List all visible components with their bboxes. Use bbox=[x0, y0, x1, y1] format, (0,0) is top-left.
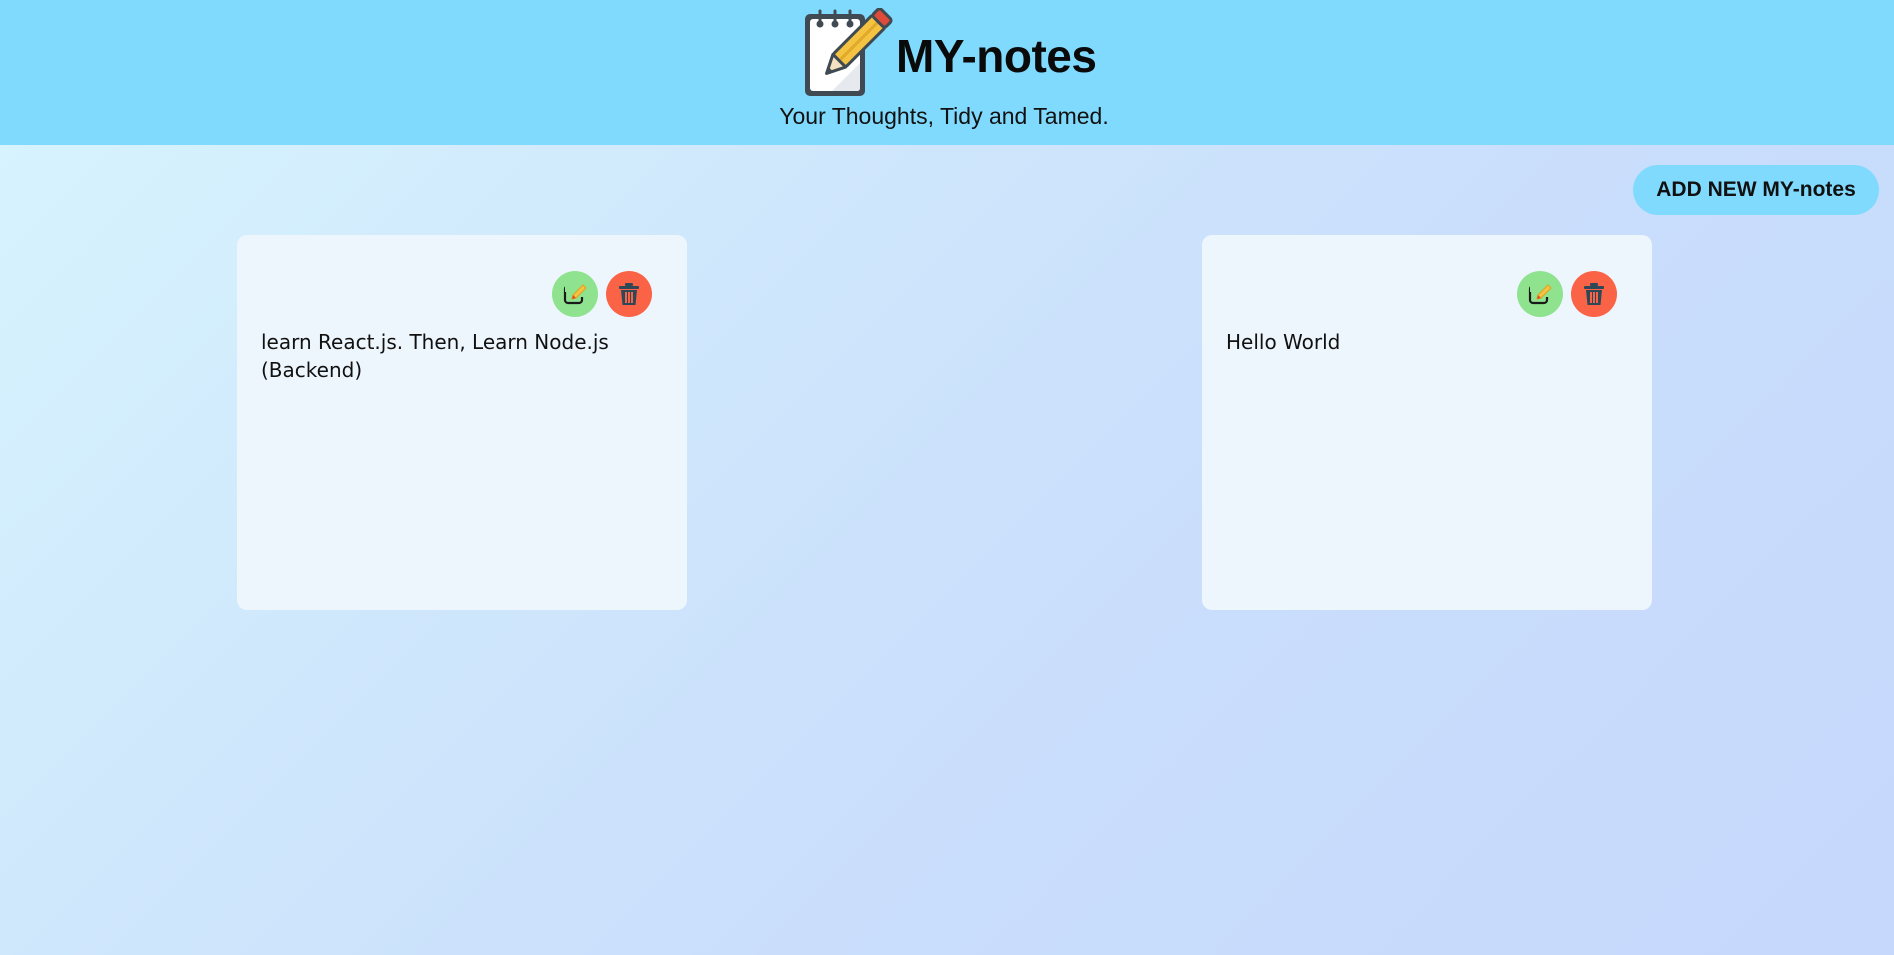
add-note-button[interactable]: ADD NEW MY-notes bbox=[1633, 165, 1879, 215]
note-text: Hello World bbox=[1226, 330, 1341, 354]
edit-icon bbox=[563, 283, 587, 305]
edit-note-button[interactable] bbox=[552, 271, 598, 317]
note-card: Hello World bbox=[1202, 235, 1652, 610]
note-card: learn React.js. Then, Learn Node.js (Bac… bbox=[237, 235, 687, 610]
delete-note-button[interactable] bbox=[606, 271, 652, 317]
delete-note-button[interactable] bbox=[1571, 271, 1617, 317]
note-actions bbox=[1517, 271, 1617, 317]
app-title: MY-notes bbox=[896, 30, 1097, 82]
brand: MY-notes bbox=[802, 8, 1097, 100]
tagline: Your Thoughts, Tidy and Tamed. bbox=[779, 103, 1109, 129]
note-actions bbox=[552, 271, 652, 317]
edit-icon bbox=[1528, 283, 1552, 305]
edit-note-button[interactable] bbox=[1517, 271, 1563, 317]
notepad-pencil-icon bbox=[805, 8, 893, 96]
app-header: MY-notes Your Thoughts, Tidy and Tamed. bbox=[0, 0, 1894, 145]
trash-icon bbox=[1584, 283, 1604, 305]
note-text: learn React.js. Then, Learn Node.js (Bac… bbox=[261, 330, 609, 382]
trash-icon bbox=[619, 283, 639, 305]
